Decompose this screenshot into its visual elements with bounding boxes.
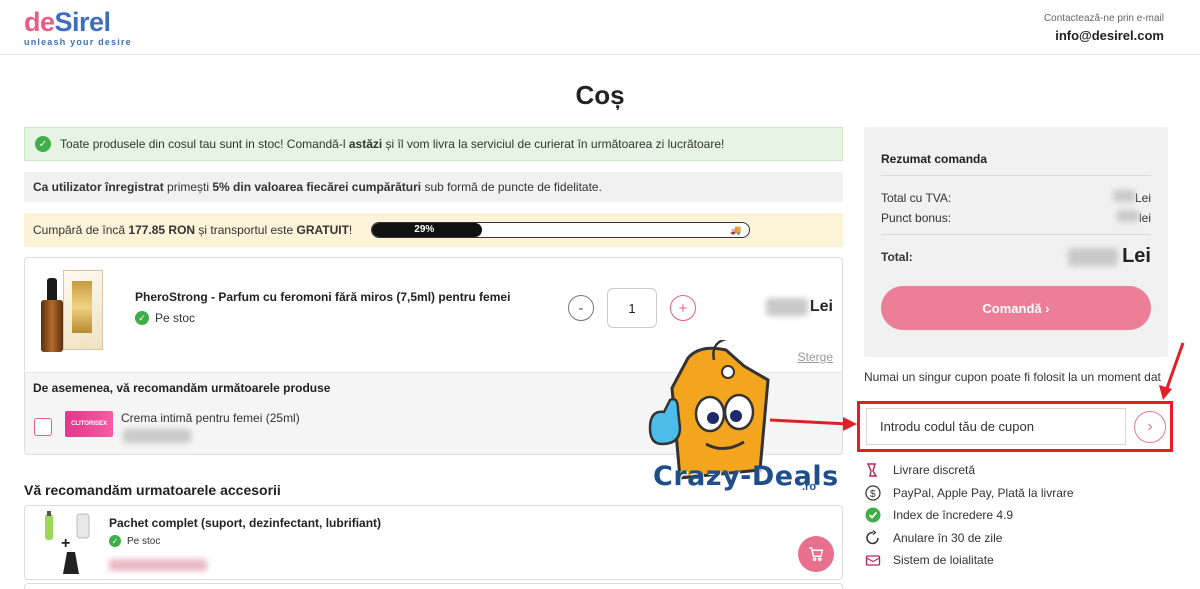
arrow-line-vertical: [1164, 342, 1185, 392]
arrow-head-horizontal: [843, 417, 857, 431]
arrow-head-vertical: [1159, 385, 1172, 400]
annotation-arrows: [769, 342, 1185, 431]
crazy-deals-tld: .ro: [802, 481, 817, 493]
